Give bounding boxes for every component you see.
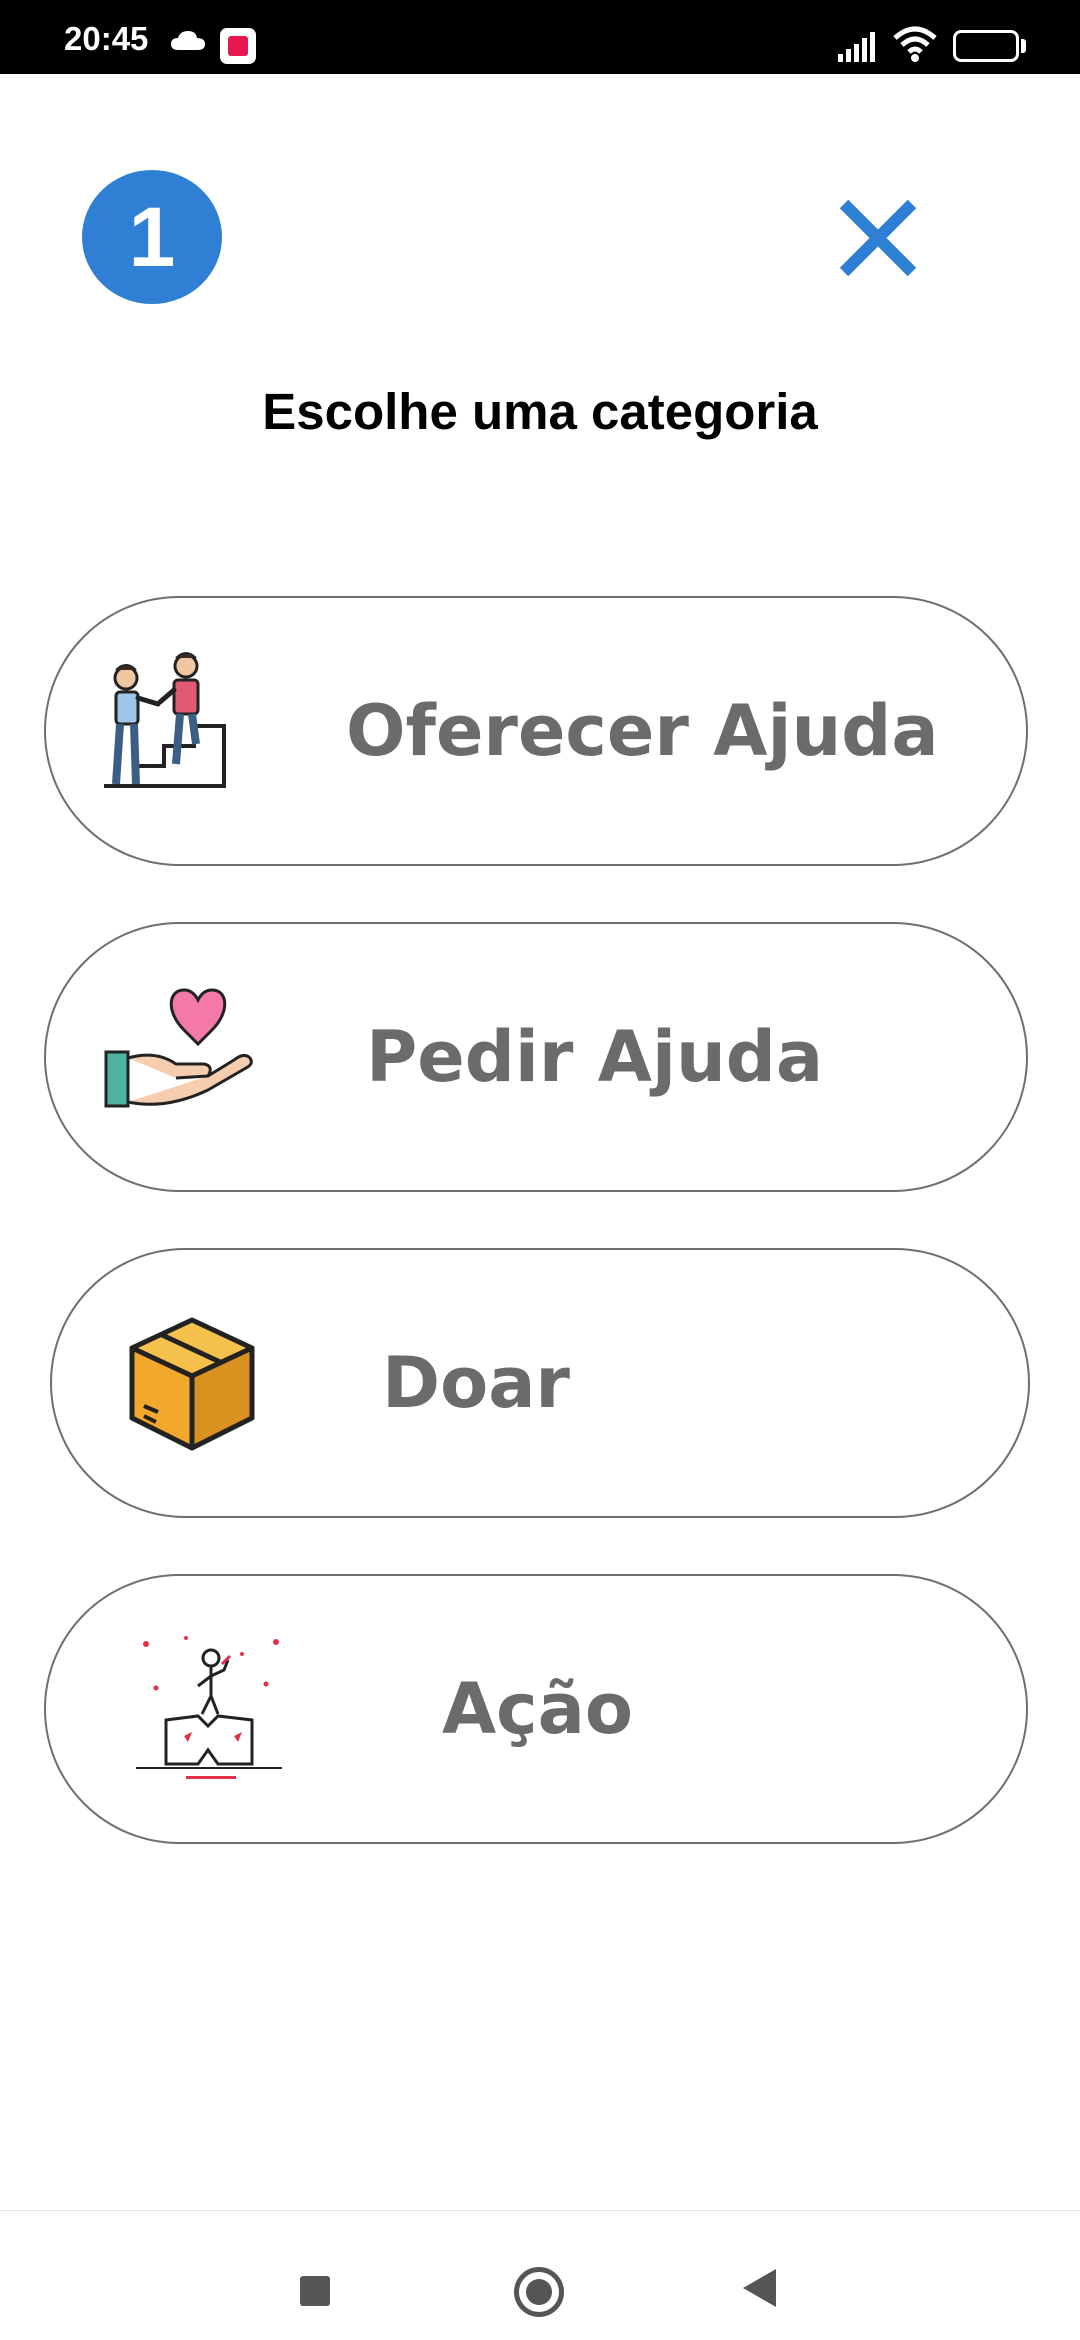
option-label: Oferecer Ajuda bbox=[346, 690, 939, 772]
signal-icon bbox=[838, 32, 875, 62]
navigation-bar bbox=[0, 2210, 1080, 2340]
status-bar: 20:45 66 bbox=[0, 0, 1080, 74]
close-icon[interactable] bbox=[830, 190, 926, 286]
step-badge: 1 bbox=[82, 170, 222, 304]
wifi-icon bbox=[893, 26, 937, 62]
battery-level: 66 bbox=[974, 35, 998, 58]
battery-icon: 66 bbox=[953, 30, 1019, 62]
box-icon bbox=[129, 1317, 255, 1451]
status-time: 20:45 bbox=[64, 20, 149, 57]
helping-hand-stairs-icon bbox=[104, 652, 226, 788]
option-label: Ação bbox=[442, 1668, 633, 1750]
recents-square-icon[interactable] bbox=[300, 2276, 330, 2306]
protest-action-icon bbox=[136, 1636, 282, 1779]
page-title: Escolhe uma categoria bbox=[262, 383, 818, 440]
option-doar[interactable]: Doar bbox=[50, 1248, 1030, 1518]
back-triangle-icon[interactable] bbox=[743, 2269, 776, 2307]
option-acao[interactable]: Ação bbox=[44, 1574, 1028, 1844]
option-oferecer-ajuda[interactable]: Oferecer Ajuda bbox=[44, 596, 1028, 866]
option-pedir-ajuda[interactable]: Pedir Ajuda bbox=[44, 922, 1028, 1192]
option-label: Pedir Ajuda bbox=[366, 1016, 824, 1098]
battery-tip bbox=[1021, 39, 1026, 53]
cloud-icon bbox=[171, 31, 205, 50]
home-circle-icon[interactable] bbox=[514, 2267, 564, 2317]
heart-in-hand-icon bbox=[104, 988, 253, 1108]
app-notification-icon bbox=[220, 28, 256, 64]
option-label: Doar bbox=[382, 1342, 570, 1424]
